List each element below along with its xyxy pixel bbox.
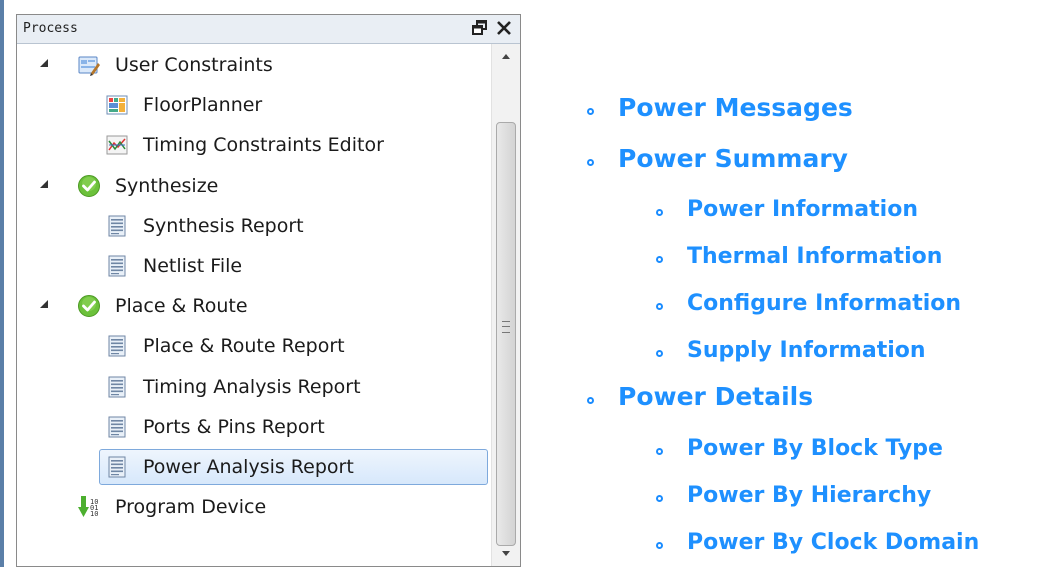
report-icon: [105, 455, 129, 479]
report-link-text[interactable]: Supply Information: [687, 338, 926, 363]
bullet-icon: [656, 209, 663, 216]
scroll-down-icon[interactable]: [492, 540, 520, 566]
tree-item-netlist-file[interactable]: Netlist File: [17, 246, 490, 286]
tree-item-timing-analysis-report[interactable]: Timing Analysis Report: [17, 367, 490, 407]
report-link-text[interactable]: Thermal Information: [687, 244, 942, 269]
tree-item-timing-constraints-editor[interactable]: Timing Constraints Editor: [17, 125, 490, 165]
bullet-icon: [656, 448, 663, 455]
tree-item-ports-pins-report[interactable]: Ports & Pins Report: [17, 407, 490, 447]
process-panel-title: Process: [23, 21, 78, 36]
tree-item-label: Timing Analysis Report: [143, 375, 361, 398]
report-link-text[interactable]: Power By Block Type: [687, 436, 943, 461]
tree-item-label: Netlist File: [143, 255, 243, 277]
constraints-icon: [77, 53, 101, 77]
tree-item-place-route-report[interactable]: Place & Route Report: [17, 326, 490, 366]
tree-item-label: Timing Constraints Editor: [143, 134, 384, 157]
tree-scrollbar[interactable]: [491, 44, 520, 566]
tree-item-program-device[interactable]: 10 01 10 Program Device: [17, 487, 490, 527]
tree-item-user-constraints[interactable]: User Constraints: [17, 45, 490, 85]
bullet-icon: [656, 542, 663, 549]
bullet-icon: [656, 495, 663, 502]
process-panel-frame: Process User Constraints FloorPlanner Timi…: [16, 14, 521, 567]
report-link-text[interactable]: Power Messages: [618, 93, 853, 122]
floorplanner-icon: [105, 93, 129, 117]
power-report-index: Power Messages Power Summary Power Informa…: [540, 0, 1037, 567]
process-tree: User Constraints FloorPlanner Timing Const…: [17, 44, 490, 566]
expand-collapse-icon[interactable]: [39, 58, 49, 68]
scroll-up-icon[interactable]: [492, 44, 520, 70]
grip-icon: [502, 321, 510, 333]
tree-item-label: User Constraints: [115, 54, 273, 76]
process-panel: Process User Constraints FloorPlanner Timi…: [0, 0, 521, 567]
report-icon: [105, 254, 129, 278]
timing-editor-icon: [105, 133, 129, 157]
svg-text:10: 10: [90, 510, 98, 518]
tree-item-synthesis-report[interactable]: Synthesis Report: [17, 206, 490, 246]
close-panel-icon[interactable]: [494, 18, 514, 38]
tree-item-label: Program Device: [115, 496, 267, 519]
success-check-icon: [77, 174, 101, 198]
report-icon: [105, 375, 129, 399]
report-icon: [105, 415, 129, 439]
tree-item-label: Synthesis Report: [143, 214, 304, 237]
tree-item-floorplanner[interactable]: FloorPlanner: [17, 85, 490, 125]
report-link-text[interactable]: Configure Information: [687, 291, 961, 316]
process-panel-header: Process: [17, 15, 520, 44]
report-icon: [105, 214, 129, 238]
tree-item-place-route[interactable]: Place & Route: [17, 286, 490, 326]
tree-item-label: Place & Route: [115, 295, 248, 318]
bullet-icon: [656, 303, 663, 310]
tree-item-label: Power Analysis Report: [143, 456, 354, 478]
scroll-thumb[interactable]: [496, 122, 516, 546]
report-link-text[interactable]: Power By Clock Domain: [687, 530, 979, 555]
tree-item-synthesize[interactable]: Synthesize: [17, 166, 490, 206]
program-device-icon: 10 01 10: [77, 495, 101, 519]
report-link-text[interactable]: Power Details: [618, 382, 813, 411]
success-check-icon: [77, 294, 101, 318]
report-link-text[interactable]: Power Summary: [618, 144, 848, 173]
bullet-icon: [587, 159, 594, 166]
tree-item-label: Ports & Pins Report: [143, 415, 325, 438]
tree-item-label: FloorPlanner: [143, 94, 263, 117]
bullet-icon: [587, 397, 594, 404]
expand-collapse-icon[interactable]: [39, 299, 49, 309]
report-icon: [105, 334, 129, 358]
tree-item-label: Synthesize: [115, 174, 219, 197]
bullet-icon: [587, 108, 594, 115]
restore-window-icon[interactable]: [470, 18, 490, 38]
bullet-icon: [656, 350, 663, 357]
report-link-text[interactable]: Power Information: [687, 197, 918, 222]
expand-collapse-icon[interactable]: [39, 179, 49, 189]
tree-item-label: Place & Route Report: [143, 335, 345, 358]
report-link-text[interactable]: Power By Hierarchy: [687, 483, 931, 508]
bullet-icon: [656, 256, 663, 263]
tree-item-power-analysis-report[interactable]: Power Analysis Report: [17, 447, 490, 487]
